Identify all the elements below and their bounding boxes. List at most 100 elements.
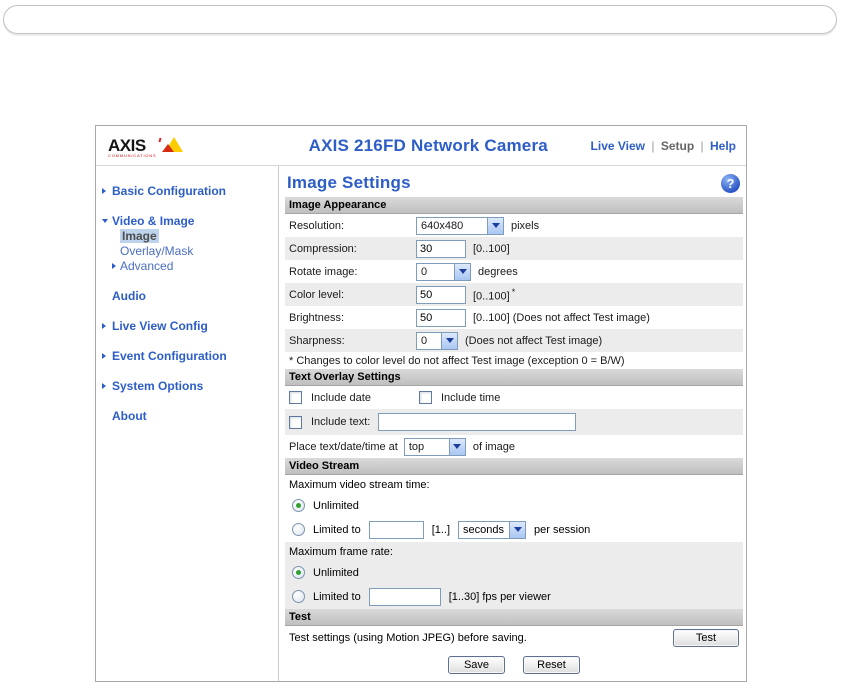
window-title: AXIS 216FD Network Camera (308, 135, 548, 155)
sidebar-item-audio[interactable]: Audio (96, 288, 278, 303)
max-stream-time-label: Maximum video stream time: (289, 478, 430, 491)
test-button[interactable]: Test (673, 629, 739, 647)
frame-rate-input[interactable] (368, 587, 441, 606)
include-text-label: Include text: (311, 416, 371, 428)
stream-time-range: [1..] (431, 523, 451, 536)
sidebar-item-label: About (112, 408, 147, 423)
row-save-reset: Save Reset (285, 650, 743, 680)
frame-limited-label: Limited to (313, 590, 361, 603)
app-window: AXIS COMMUNICATIONS AXIS 216FD Network C… (95, 125, 747, 682)
chevron-down-icon (509, 521, 526, 538)
row-brightness: Brightness: [0..100] (Does not affect Te… (285, 306, 743, 329)
sharpness-label: Sharpness: (289, 334, 345, 347)
nav-separator: | (651, 138, 655, 153)
sharpness-suffix: (Does not affect Test image) (465, 334, 603, 347)
nav-separator: | (700, 138, 704, 153)
frame-unlimited-label: Unlimited (313, 566, 359, 579)
compression-label: Compression: (289, 242, 357, 255)
sidebar-item-label: Event Configuration (112, 348, 227, 363)
page-title: Image Settings (287, 173, 411, 192)
nav-setup-link[interactable]: Setup (661, 139, 694, 153)
sidebar-item-advanced[interactable]: Advanced (112, 258, 278, 273)
color-level-label: Color level: (289, 288, 345, 301)
brightness-range: [0..100] (Does not affect Test image) (473, 311, 650, 324)
frame-unlimited-radio[interactable] (292, 566, 305, 579)
place-text-label: Place text/date/time at (289, 440, 398, 453)
stream-time-suffix: per session (534, 523, 591, 536)
compression-input[interactable] (416, 239, 466, 258)
save-button[interactable]: Save (448, 656, 505, 674)
frame-limited-radio[interactable] (292, 590, 305, 603)
section-header-test: Test (285, 609, 743, 626)
sidebar-item-label: Overlay/Mask (120, 243, 194, 258)
compression-range: [0..100] (473, 242, 510, 255)
row-sharpness: Sharpness: 0 (Does not affect Test image… (285, 329, 743, 352)
sidebar-item-basic-configuration[interactable]: Basic Configuration (96, 183, 278, 198)
resolution-suffix: pixels (511, 219, 540, 232)
reset-button[interactable]: Reset (523, 656, 580, 674)
sidebar-item-overlay-mask[interactable]: Overlay/Mask (120, 243, 278, 258)
place-text-select[interactable]: top (403, 437, 466, 456)
app-header: AXIS COMMUNICATIONS AXIS 216FD Network C… (96, 126, 746, 166)
sidebar-item-label: Advanced (120, 258, 174, 273)
stream-time-unit-select[interactable]: seconds (458, 520, 527, 539)
sidebar-item-system-options[interactable]: System Options (96, 378, 278, 393)
include-text-checkbox[interactable] (289, 415, 302, 429)
brightness-label: Brightness: (289, 311, 345, 324)
collapse-arrow-icon (102, 218, 112, 223)
sidebar-item-live-view-config[interactable]: Live View Config (96, 318, 278, 333)
logo-triangle-icon (161, 136, 184, 155)
include-time-label: Include time (441, 391, 501, 404)
frame-rate-suffix: [1..30] fps per viewer (448, 590, 551, 603)
logo-sub-text: COMMUNICATIONS (108, 152, 157, 158)
stream-unlimited-radio[interactable] (292, 499, 305, 512)
resolution-select[interactable]: 640x480 (416, 216, 504, 235)
max-frame-rate-block: Maximum frame rate: Unlimited Limited to… (285, 542, 743, 609)
sidebar-item-label: System Options (112, 378, 204, 393)
row-compression: Compression: [0..100] (285, 237, 743, 260)
brightness-input[interactable] (416, 308, 466, 327)
expand-arrow-icon (112, 262, 116, 269)
chevron-down-icon (454, 263, 470, 280)
color-level-input[interactable] (416, 285, 466, 304)
chevron-down-icon (448, 438, 465, 455)
row-frame-limited: Limited to [1..30] fps per viewer (285, 584, 743, 609)
row-stream-unlimited: Unlimited (285, 494, 743, 517)
nav-live-view-link[interactable]: Live View (591, 139, 645, 153)
sidebar-item-video-image[interactable]: Video & Image (96, 213, 278, 228)
max-frame-rate-label: Maximum frame rate: (289, 545, 393, 558)
sidebar-item-about[interactable]: About (96, 408, 278, 423)
stream-unlimited-label: Unlimited (313, 499, 359, 512)
sidebar-item-event-configuration[interactable]: Event Configuration (96, 348, 278, 363)
include-time-checkbox[interactable] (419, 391, 432, 404)
expand-arrow-icon (102, 352, 112, 359)
sidebar-item-image[interactable]: Image (120, 228, 278, 243)
include-date-label: Include date (311, 391, 371, 404)
sidebar-item-label: Basic Configuration (112, 183, 227, 198)
row-include-date-time: Include date Include time (285, 386, 743, 409)
include-text-input[interactable] (378, 413, 577, 431)
stream-limited-radio[interactable] (292, 523, 305, 536)
sidebar: Basic Configuration Video & Image Image … (96, 166, 279, 681)
chevron-down-icon (441, 332, 457, 349)
help-icon[interactable]: ? (721, 173, 740, 193)
row-stream-limited: Limited to [1..] seconds per session (285, 517, 743, 542)
rotate-select[interactable]: 0 (416, 262, 471, 281)
resolution-label: Resolution: (289, 219, 345, 232)
row-frame-unlimited: Unlimited (285, 561, 743, 584)
sidebar-item-label: Audio (112, 288, 146, 303)
test-description: Test settings (using Motion JPEG) before… (289, 632, 527, 644)
expand-arrow-icon (102, 382, 112, 389)
logo-brand-text: AXIS (108, 135, 146, 155)
sharpness-select[interactable]: 0 (416, 331, 458, 350)
stream-limited-label: Limited to (313, 523, 361, 536)
include-date-checkbox[interactable] (289, 391, 302, 404)
expand-arrow-icon (102, 322, 112, 329)
sidebar-item-label-active: Image (120, 228, 159, 243)
nav-help-link[interactable]: Help (710, 139, 736, 153)
row-color-level: Color level: [0..100]* (285, 283, 743, 306)
expand-arrow-icon (102, 187, 112, 194)
browser-address-bar[interactable] (3, 5, 837, 34)
stream-time-input[interactable] (368, 520, 424, 539)
row-resolution: Resolution: 640x480 pixels (285, 214, 743, 237)
